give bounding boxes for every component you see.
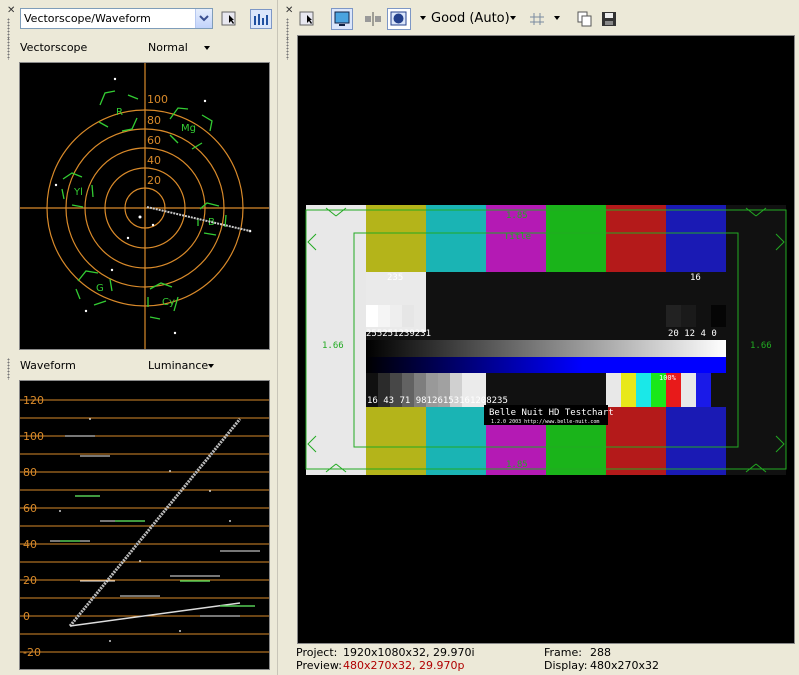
ring-label-80: 80: [147, 114, 161, 127]
ring-label-60: 60: [147, 134, 161, 147]
target-cy-label: Cy: [162, 297, 175, 308]
video-preview-area[interactable]: 1.85 1.85 Title 1.66 1.66 235 16 2552512…: [297, 35, 795, 644]
update-scopes-icon[interactable]: [250, 9, 272, 29]
waveform-tick-0: 0: [23, 610, 30, 623]
waveform-display: 120 100 80 60 40 20 0 -20: [19, 380, 270, 670]
target-yl-label: Yl: [73, 187, 83, 198]
display-label: Display:: [544, 659, 588, 672]
row-high-values: 255251239231: [366, 329, 431, 339]
pointer-icon[interactable]: [298, 9, 318, 29]
section-grip[interactable]: [286, 38, 289, 60]
overlays-grid-icon[interactable]: [528, 9, 548, 29]
label-16: 16: [690, 273, 701, 283]
percent-label: 100%: [659, 374, 677, 382]
target-mg-label: Mg: [181, 123, 196, 134]
frame-value: 288: [590, 646, 611, 659]
preview-quality-icon[interactable]: [387, 8, 411, 30]
ring-label-40: 40: [147, 154, 161, 167]
gray-step-values: 16 43 71 98126153161208235: [367, 396, 508, 406]
display-value: 480x270x32: [590, 659, 660, 672]
video-preview-panel: ✕ Good (Auto) 1.85 1.85 Title 1.66 1.66 …: [281, 0, 799, 675]
safe-bottom-label: 1.85: [506, 460, 528, 470]
label-235: 235: [387, 273, 403, 283]
testchart-subtitle: 1.2.0 2003 http://www.belle-nuit.com: [491, 419, 599, 425]
preview-label: Preview:: [296, 659, 342, 672]
copy-snapshot-icon[interactable]: [575, 9, 595, 29]
waveform-tick-100: 100: [23, 430, 44, 443]
video-output-icon[interactable]: [331, 8, 353, 30]
waveform-tick-120: 120: [23, 394, 44, 407]
vectorscope-mode-dropdown[interactable]: Normal: [148, 41, 188, 54]
right-ratio-label: 1.66: [750, 341, 772, 351]
vectorscope-label: Vectorscope: [20, 41, 88, 54]
section-grip[interactable]: [7, 38, 10, 60]
chevron-down-icon[interactable]: [510, 16, 516, 20]
close-panel-icon[interactable]: ✕: [7, 6, 15, 16]
chevron-down-icon[interactable]: [195, 9, 212, 28]
pointer-icon[interactable]: [220, 9, 240, 29]
testchart-name: Belle Nuit HD Testchart: [489, 408, 614, 418]
ring-label-100: 100: [147, 93, 168, 106]
scope-type-value: Vectorscope/Waveform: [24, 12, 151, 25]
project-label: Project:: [296, 646, 338, 659]
chevron-down-icon[interactable]: [554, 16, 560, 20]
left-ratio-label: 1.66: [322, 341, 344, 351]
title-safe-label: Title: [504, 232, 531, 242]
panel-grip[interactable]: [7, 18, 10, 40]
safe-top-label: 1.85: [506, 211, 528, 221]
waveform-mode-dropdown[interactable]: Luminance: [148, 359, 208, 372]
target-r-label: R: [116, 107, 123, 118]
preview-value: 480x270x32, 29.970p: [343, 659, 465, 672]
split-screen-icon[interactable]: [363, 9, 383, 29]
section-grip[interactable]: [7, 358, 10, 380]
waveform-label: Waveform: [20, 359, 76, 372]
waveform-tick-40: 40: [23, 538, 37, 551]
save-snapshot-icon[interactable]: [599, 9, 619, 29]
quality-dropdown[interactable]: Good (Auto): [431, 11, 510, 26]
close-panel-icon[interactable]: ✕: [285, 6, 293, 16]
row-low-values: 20 12 4 0: [668, 329, 717, 339]
ring-label-20: 20: [147, 174, 161, 187]
target-g-label: G: [96, 283, 104, 294]
chevron-down-icon[interactable]: [208, 364, 214, 368]
frame-label: Frame:: [544, 646, 582, 659]
waveform-tick-minus20: -20: [23, 646, 41, 659]
scope-type-combo[interactable]: Vectorscope/Waveform: [20, 8, 213, 29]
waveform-tick-80: 80: [23, 466, 37, 479]
chevron-down-icon[interactable]: [420, 16, 426, 20]
video-scopes-panel: ✕ Vectorscope/Waveform Vectorscope Norma…: [0, 0, 277, 675]
waveform-tick-60: 60: [23, 502, 37, 515]
panel-grip[interactable]: [286, 18, 289, 40]
waveform-tick-20: 20: [23, 574, 37, 587]
vectorscope-display: 100 80 60 40 20 R Mg Yl G Cy: [19, 62, 270, 350]
project-value: 1920x1080x32, 29.970i: [343, 646, 475, 659]
chevron-down-icon[interactable]: [204, 46, 210, 50]
